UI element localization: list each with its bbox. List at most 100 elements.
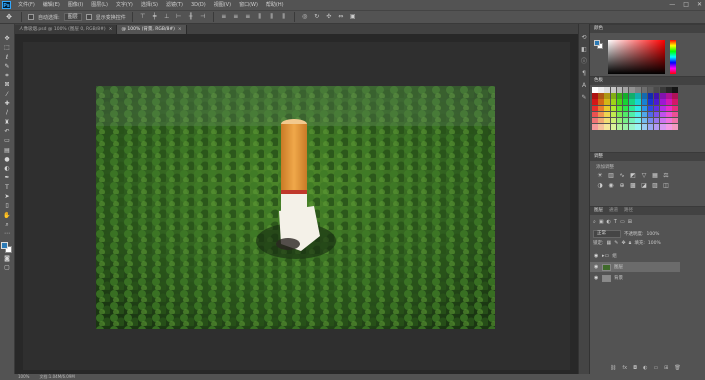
- swatch[interactable]: [592, 111, 598, 118]
- swatch[interactable]: [672, 93, 678, 99]
- color-balance-icon[interactable]: ⚖: [662, 172, 670, 179]
- menu-layer[interactable]: 图层(L): [87, 0, 112, 10]
- panel-foreground-swatch[interactable]: [594, 40, 600, 46]
- tab-channels[interactable]: 通道: [609, 207, 618, 215]
- swatch[interactable]: [592, 105, 598, 112]
- gradient-tool-icon[interactable]: ▤: [2, 146, 13, 155]
- swatch[interactable]: [622, 87, 629, 93]
- character-panel-icon[interactable]: A: [582, 82, 586, 90]
- swatch[interactable]: [672, 87, 678, 93]
- swatch[interactable]: [666, 124, 672, 130]
- swatch[interactable]: [647, 99, 654, 105]
- tab-document-1[interactable]: 人像吸烟.psd @ 100% (图层 0, RGB/8#) ×: [15, 25, 118, 34]
- swatch[interactable]: [635, 124, 641, 130]
- swatch[interactable]: [610, 117, 617, 124]
- crop-tool-icon[interactable]: ⌗: [2, 71, 13, 80]
- swatch[interactable]: [592, 124, 598, 130]
- swatch[interactable]: [641, 105, 647, 112]
- blur-tool-icon[interactable]: ●: [2, 155, 13, 164]
- maximize-button[interactable]: □: [683, 0, 689, 10]
- swatch[interactable]: [616, 87, 623, 93]
- color-picker-field[interactable]: [608, 40, 665, 74]
- swatch[interactable]: [635, 93, 641, 99]
- swatch[interactable]: [660, 124, 666, 130]
- add-mask-icon[interactable]: ◘: [633, 365, 637, 371]
- tab-close-icon[interactable]: ×: [178, 25, 182, 34]
- info-panel-icon[interactable]: ⓘ: [581, 58, 587, 66]
- menu-select[interactable]: 选择(S): [137, 0, 162, 10]
- swatch[interactable]: [616, 99, 623, 105]
- quick-select-tool-icon[interactable]: ✎: [2, 62, 13, 71]
- swatch[interactable]: [653, 87, 660, 93]
- dodge-tool-icon[interactable]: ◐: [2, 164, 13, 173]
- screen-mode-icon[interactable]: ▢: [2, 263, 13, 272]
- swatch[interactable]: [666, 99, 672, 105]
- swatch[interactable]: [616, 93, 623, 99]
- swatch[interactable]: [647, 93, 654, 99]
- zoom-level[interactable]: 100%: [18, 374, 29, 380]
- swatch[interactable]: [660, 117, 666, 124]
- menu-help[interactable]: 帮助(H): [262, 0, 288, 10]
- visibility-eye-icon[interactable]: ◉: [594, 275, 599, 281]
- vibrance-icon[interactable]: ▽: [640, 172, 648, 179]
- properties-panel-icon[interactable]: ◧: [581, 46, 587, 54]
- filter-smart-icon[interactable]: ⊞: [628, 219, 632, 225]
- swatch[interactable]: [610, 93, 617, 99]
- document-size[interactable]: 文档:1.04M/6.09M: [39, 374, 74, 380]
- swatch[interactable]: [629, 105, 635, 112]
- menu-view[interactable]: 视图(V): [210, 0, 235, 10]
- color-lookup-icon[interactable]: ▩: [629, 182, 637, 189]
- distribute-center-icon[interactable]: ⫼: [268, 13, 276, 21]
- paragraph-panel-icon[interactable]: ¶: [582, 70, 586, 78]
- distribute-top-icon[interactable]: ≡: [220, 13, 228, 21]
- show-transform-checkbox[interactable]: [85, 14, 92, 20]
- swatch[interactable]: [592, 87, 598, 93]
- swatch[interactable]: [622, 111, 629, 118]
- opacity-value[interactable]: 100%: [647, 232, 660, 237]
- swatch-grid[interactable]: [592, 87, 678, 130]
- eyedropper-tool-icon[interactable]: ⁄: [2, 90, 13, 99]
- channel-mixer-icon[interactable]: ⊕: [618, 182, 626, 189]
- swatch[interactable]: [604, 105, 610, 112]
- swatch[interactable]: [666, 111, 672, 118]
- swatch[interactable]: [641, 93, 647, 99]
- frame-tool-icon[interactable]: ⊠: [2, 80, 13, 89]
- healing-brush-tool-icon[interactable]: ✚: [2, 99, 13, 108]
- swatch[interactable]: [604, 99, 610, 105]
- swatch[interactable]: [647, 105, 654, 112]
- pen-tool-icon[interactable]: ✒: [2, 173, 13, 182]
- link-layers-icon[interactable]: ⛓: [610, 365, 616, 371]
- layer-row-layer[interactable]: ◉ 图层: [590, 262, 680, 272]
- swatch[interactable]: [629, 124, 635, 130]
- swatch[interactable]: [666, 93, 672, 99]
- filter-type-icon[interactable]: T: [614, 219, 617, 225]
- type-tool-icon[interactable]: T: [2, 183, 13, 192]
- 3d-roll-icon[interactable]: ↻: [313, 13, 321, 21]
- lock-all-icon[interactable]: 🔒︎: [629, 240, 632, 246]
- swatch[interactable]: [598, 124, 604, 130]
- zoom-tool-icon[interactable]: ⌕: [2, 220, 13, 229]
- distribute-left-icon[interactable]: ⫼: [256, 13, 264, 21]
- new-layer-icon[interactable]: ⊞: [664, 365, 668, 371]
- swatch[interactable]: [592, 117, 598, 124]
- 3d-drag-icon[interactable]: ✣: [325, 13, 333, 21]
- swatch[interactable]: [604, 124, 610, 130]
- curves-icon[interactable]: ∿: [618, 172, 626, 179]
- distribute-middle-icon[interactable]: ≡: [232, 13, 240, 21]
- lock-position-icon[interactable]: ✥: [621, 240, 625, 246]
- minimize-button[interactable]: —: [669, 0, 675, 10]
- tab-layers[interactable]: 图层: [594, 207, 603, 215]
- history-brush-tool-icon[interactable]: ↶: [2, 127, 13, 136]
- layer-row-group[interactable]: ◉ ▸▭ 组: [590, 251, 680, 261]
- lasso-tool-icon[interactable]: ℓ: [2, 53, 13, 62]
- swatch[interactable]: [604, 117, 610, 124]
- swatch[interactable]: [604, 87, 610, 93]
- layer-row-background[interactable]: ◉ 背景: [590, 273, 680, 283]
- swatch[interactable]: [647, 87, 654, 93]
- swatch[interactable]: [610, 124, 617, 130]
- swatch[interactable]: [666, 87, 672, 93]
- swatch[interactable]: [635, 87, 641, 93]
- filter-adjust-icon[interactable]: ◐: [607, 219, 611, 225]
- new-adjustment-icon[interactable]: ◐: [643, 365, 647, 371]
- tab-document-2[interactable]: @ 100% (背景, RGB/8#) ×: [117, 25, 187, 34]
